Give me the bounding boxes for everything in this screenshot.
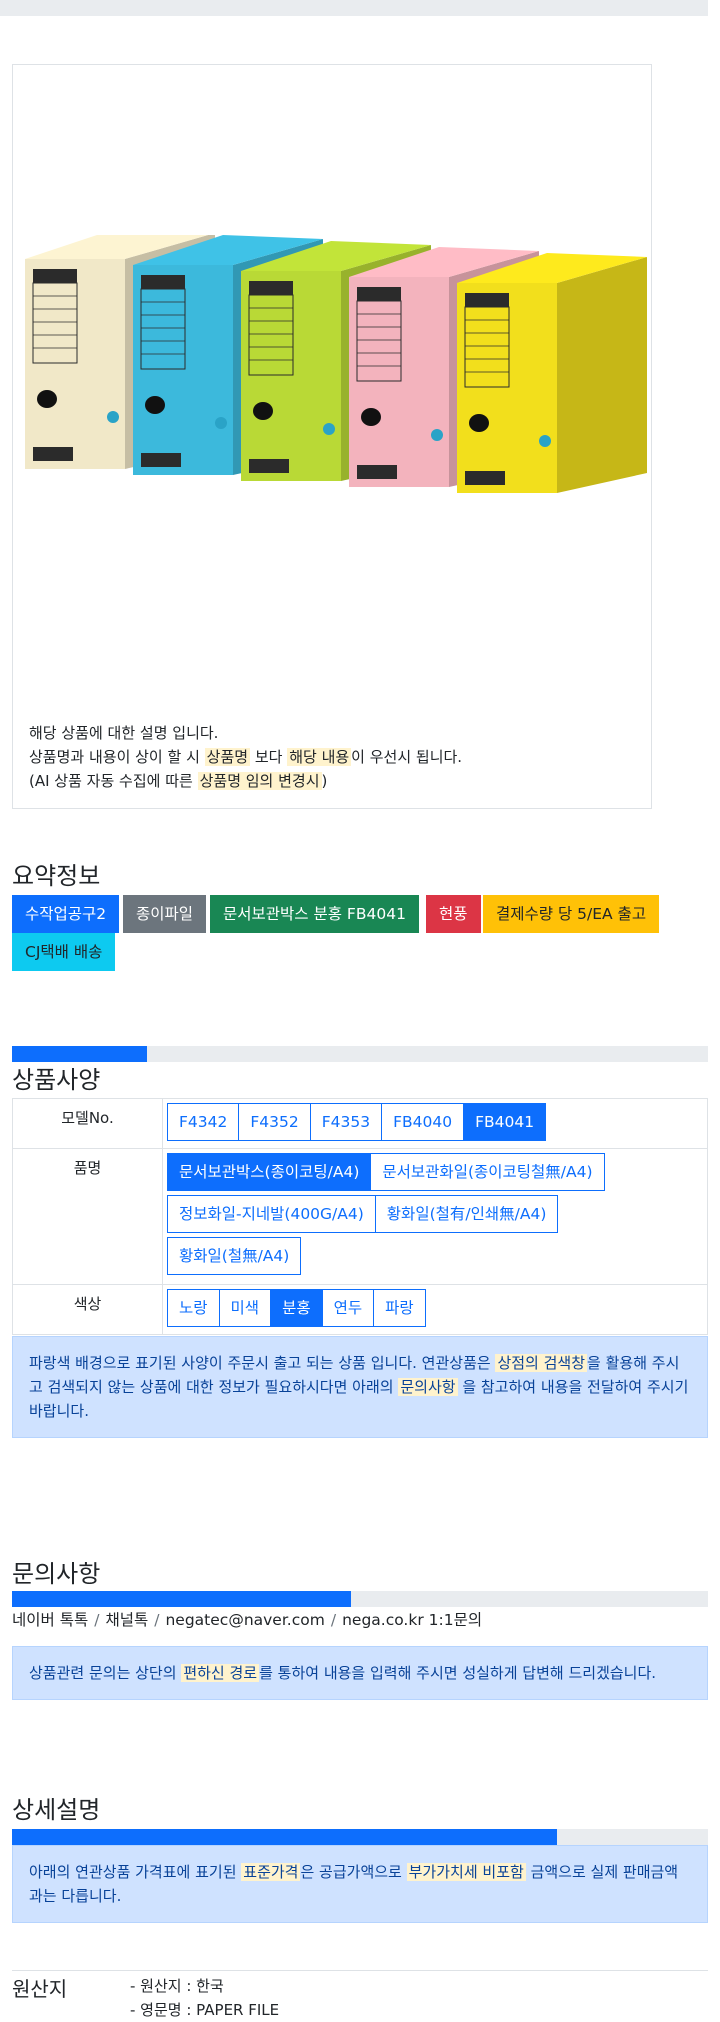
spec-title: 상품사양 (12, 1066, 101, 1094)
box-label-header (357, 287, 401, 301)
color-option[interactable]: 노랑 (167, 1289, 220, 1327)
link-email[interactable]: negatec@naver.com (165, 1611, 324, 1629)
detail-progress (12, 1829, 708, 1845)
origin-info: - 원산지 : 한국 - 영문명 : PAPER FILE (130, 1974, 279, 2022)
box-label-header (465, 293, 509, 307)
spec-row-item: 품명 문서보관박스(종이코팅/A4) 문서보관화일(종이코팅철無/A4) 정보화일… (12, 1148, 708, 1285)
item-option[interactable]: 황화일(철有/인쇄無/A4) (374, 1195, 559, 1233)
highlight: 문의사항 (398, 1378, 458, 1396)
item-option[interactable]: 정보화일-지네발(400G/A4) (167, 1195, 376, 1233)
highlight: 해당 내용 (287, 748, 352, 766)
spec-options: F4342 F4352 F4353 FB4040 FB4041 (162, 1098, 708, 1149)
origin-row: 원산지 - 원산지 : 한국 - 영문명 : PAPER FILE (12, 1970, 708, 2019)
product-description: 해당 상품에 대한 설명 입니다. 상품명과 내용이 상이 할 시 상품명 보다… (29, 721, 462, 793)
contact-links: 네이버 톡톡 / 채널톡 / negatec@naver.com / nega.co.kr … (12, 1611, 483, 1629)
spec-options: 노랑 미색 분홍 연두 파랑 (162, 1284, 708, 1335)
highlight: 편하신 경로 (181, 1664, 260, 1682)
description-line-3: (AI 상품 자동 수집에 따른 상품명 임의 변경시) (29, 772, 328, 790)
box-label-header (33, 269, 77, 283)
highlight: 부가가치세 비포함 (406, 1863, 526, 1881)
origin-country: - 원산지 : 한국 (130, 1977, 224, 1995)
box-logo (107, 411, 119, 423)
box-logo (431, 429, 443, 441)
box-handle-hole (37, 390, 57, 408)
origin-english-name: - 영문명 : PAPER FILE (130, 2001, 280, 2019)
badge-tool: 수작업공구2 (12, 895, 120, 933)
detail-notice: 아래의 연관상품 가격표에 표기된 표준가격 은 공급가액으로 부가가치세 비포함… (12, 1845, 708, 1923)
detail-title: 상세설명 (12, 1796, 101, 1824)
highlight: 표준가격 (241, 1863, 301, 1881)
spec-label: 품명 (12, 1148, 163, 1285)
box-handle-hole (469, 414, 489, 432)
spec-progress (12, 1046, 708, 1062)
color-option-selected[interactable]: 분홍 (270, 1289, 323, 1327)
spec-label: 모델No. (12, 1098, 163, 1149)
box-handle-hole (145, 396, 165, 414)
highlight: 상점의 검색창 (495, 1354, 588, 1372)
color-option[interactable]: 연두 (321, 1289, 375, 1327)
model-option-selected[interactable]: FB4041 (463, 1103, 547, 1141)
badge-location: 현풍 (426, 895, 481, 933)
box-front (349, 277, 449, 487)
link-website-inquiry[interactable]: nega.co.kr 1:1문의 (342, 1611, 482, 1629)
color-option[interactable]: 파랑 (373, 1289, 426, 1327)
model-option[interactable]: FB4040 (381, 1103, 465, 1141)
spec-notice: 파랑색 배경으로 표기된 사양이 주문시 출고 되는 상품 입니다. 연관상품은… (12, 1336, 708, 1438)
inquiry-progress-fill (12, 1591, 351, 1607)
box-label-header (249, 281, 293, 295)
box-bottom-label (33, 447, 73, 461)
item-option-selected[interactable]: 문서보관박스(종이코팅/A4) (167, 1153, 372, 1191)
box-bottom-label (249, 459, 289, 473)
model-option[interactable]: F4353 (309, 1103, 383, 1141)
link-channel-talk[interactable]: 채널톡 (105, 1611, 148, 1629)
summary-title: 요약정보 (12, 862, 101, 890)
description-line-1: 해당 상품에 대한 설명 입니다. (29, 724, 219, 742)
inquiry-notice: 상품관련 문의는 상단의 편하신 경로 를 통하여 내용을 입력해 주시면 성실하… (12, 1646, 708, 1700)
spec-row-color: 색상 노랑 미색 분홍 연두 파랑 (12, 1284, 708, 1335)
origin-label: 원산지 (12, 1977, 68, 2001)
item-option[interactable]: 황화일(철無/A4) (167, 1237, 302, 1275)
box-bottom-label (357, 465, 397, 479)
model-option[interactable]: F4352 (238, 1103, 311, 1141)
inquiry-title: 문의사항 (12, 1560, 101, 1588)
description-line-2: 상품명과 내용이 상이 할 시 상품명 보다 해당 내용 이 우선시 됩니다. (29, 748, 463, 766)
box-logo (215, 417, 227, 429)
link-naver-talk[interactable]: 네이버 톡톡 (12, 1611, 88, 1629)
box-front (25, 259, 125, 469)
detail-progress-fill (12, 1829, 557, 1845)
highlight: 상품명 임의 변경시 (197, 772, 322, 790)
model-option[interactable]: F4342 (167, 1103, 240, 1141)
product-card: 해당 상품에 대한 설명 입니다. 상품명과 내용이 상이 할 시 상품명 보다… (12, 64, 652, 809)
badge-category: 종이파일 (123, 895, 207, 933)
product-image (25, 235, 647, 493)
badge-product-name: 문서보관박스 분홍 FB4041 (210, 895, 419, 933)
box-front (133, 265, 233, 475)
color-option[interactable]: 미색 (218, 1289, 272, 1327)
box-front (241, 271, 341, 481)
inquiry-progress (12, 1591, 708, 1607)
box-handle-hole (253, 402, 273, 420)
box-front (457, 283, 557, 493)
highlight: 상품명 (204, 748, 251, 766)
spec-options: 문서보관박스(종이코팅/A4) 문서보관화일(종이코팅철無/A4) 정보화일-지네… (162, 1148, 708, 1285)
box-bottom-label (141, 453, 181, 467)
spec-row-model: 모델No. F4342 F4352 F4353 FB4040 FB4041 (12, 1098, 708, 1149)
badge-shipping: CJ택배 배송 (12, 933, 116, 971)
item-option[interactable]: 문서보관화일(종이코팅철無/A4) (370, 1153, 605, 1191)
badge-quantity: 결제수량 당 5/EA 출고 (483, 895, 660, 933)
box-logo (539, 435, 551, 447)
top-bar (0, 0, 708, 16)
box-handle-hole (361, 408, 381, 426)
box-bottom-label (465, 471, 505, 485)
spec-label: 색상 (12, 1284, 163, 1335)
box-label-header (141, 275, 185, 289)
box-side (557, 257, 647, 493)
spec-table: 모델No. F4342 F4352 F4353 FB4040 FB4041 품명 문서보… (12, 1098, 708, 1335)
box-logo (323, 423, 335, 435)
